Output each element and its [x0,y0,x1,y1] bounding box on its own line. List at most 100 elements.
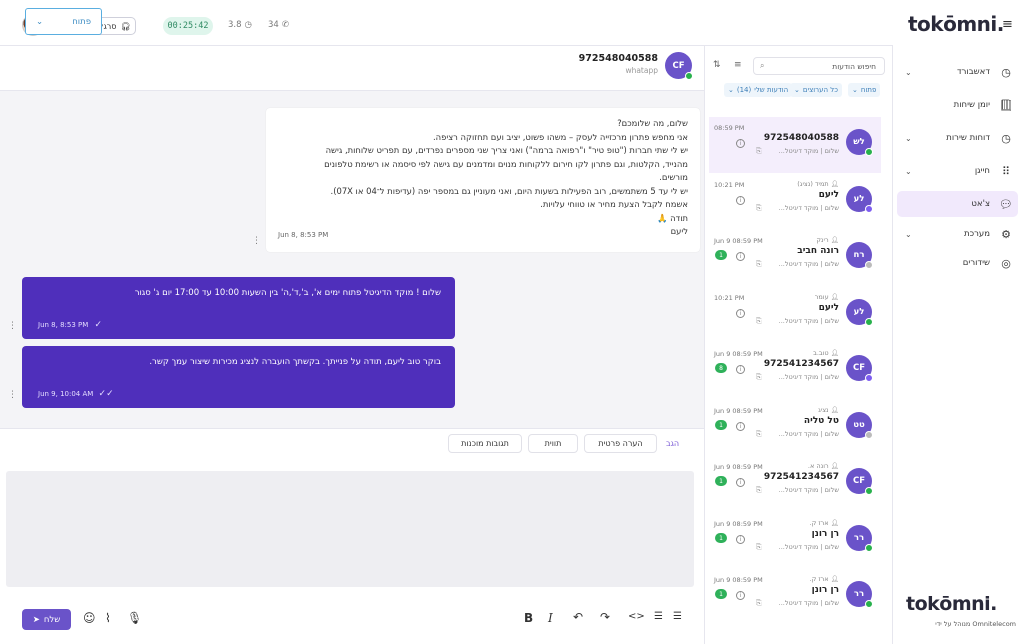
numbered-list-icon[interactable]: ☰ [654,611,663,622]
search-input[interactable]: חיפוש הודעות ⌕ [753,57,885,75]
channel-filter[interactable]: ⌄ כל הערוצים [790,83,842,97]
status-filter[interactable]: ⌄ פתוח [848,83,881,97]
contact-initials: CF [672,60,685,71]
sort-icon[interactable]: ⇅ [713,60,721,70]
message-menu-icon[interactable]: ⋮ [8,322,17,331]
message-input[interactable] [6,471,694,587]
sidebar-item[interactable]: יומן שיחות 📕︎ [897,92,1018,118]
phone-icon: ✆ [281,20,289,30]
info-icon[interactable]: i [736,422,745,431]
microphone-icon[interactable]: 🎙︎ [127,611,142,625]
tab-tags[interactable]: תווית [528,434,578,453]
outgoing-text: שלום ! מוקד הדיגיטל פתוח ימים א', ב',ד',… [134,288,441,298]
footer-subtitle: Omnitelecom מנוהל על ידי [935,620,1016,628]
send-label: שלח [43,614,61,625]
conversation-item[interactable]: Jun 9 08:59 PM 👤︎ ארז ק. רן רונן שלום | מוק… [709,513,881,569]
sidebar-item-label: דאשבורד [956,67,990,77]
avatar-initials: רר [853,589,865,599]
sidebar-item[interactable]: ⌄ דוחות שירות ◷ [897,125,1018,151]
phone-book-icon: 📕︎ [999,98,1013,112]
undo-icon[interactable]: ↶ [573,610,583,624]
conversation-item[interactable]: Jun 9 08:59 PM 👤︎ רונה א. 972541234567 שלום… [709,456,881,512]
attachment-icon[interactable]: ⌇ [105,611,111,625]
conversation-preview: שלום | מוקד דיגיטל... [778,260,839,268]
info-icon[interactable]: i [736,591,745,600]
hamburger-menu-icon[interactable]: ≡ [1002,17,1013,32]
conversation-item[interactable]: 10:21 PM 👤︎ עומר ליעם שלום | מוקד דיגיטל...… [709,287,881,343]
info-icon[interactable]: i [736,196,745,205]
conversation-item[interactable]: Jun 9 08:59 PM 👤︎ טוב.ב 972541234567 שלום |… [709,343,881,399]
info-icon[interactable]: i [736,309,745,318]
conversation-name: ליעם [818,190,839,200]
mine-filter[interactable]: ⌄ (14) הודעות שלי [724,83,793,97]
message-menu-icon[interactable]: ⋮ [8,391,17,400]
conversation-avatar: CF [846,468,873,495]
chevron-down-icon: ⌄ [728,86,734,94]
brand-logo: tokōmni. [908,12,1004,36]
italic-icon[interactable]: I [548,611,553,625]
channel-filter-label: כל הערוצים [802,86,838,94]
sidebar-item[interactable]: שידורים ◎ [897,250,1018,276]
sidebar-item[interactable]: ⌄ חייגן ⠿ [897,158,1018,184]
conversation-item[interactable]: 10:21 PM 👤︎ תמיד (נציג) ליעם שלום | מוקד די… [709,174,881,230]
conversation-item[interactable]: Jun 9 08:59 PM 👤︎ נציג טל טליה שלום | מוקד … [709,400,881,456]
conversation-status-dropdown[interactable]: ⌄ פתוח [25,8,102,35]
status-label: פתוח [72,16,91,27]
bold-icon[interactable]: B [524,611,533,625]
send-button[interactable]: ➤ שלח [22,609,71,630]
emoji-icon[interactable]: ☺ [83,611,96,625]
conversation-preview: שלום | מוקד דיגיטל... [778,317,839,325]
info-icon[interactable]: i [736,139,745,148]
filter-icon[interactable]: ≡ [734,60,742,70]
message-menu-icon[interactable]: ⋮ [252,237,261,246]
assigned-agent: 👤︎ רינק [816,236,839,244]
dialpad-icon: ⠿ [1001,164,1011,178]
conversation-item[interactable]: Jun 9 08:59 PM 👤︎ רינק רונה חביב שלום | מוק… [709,230,881,286]
outgoing-timestamp: Jun 9, 10:04 AM ✓✓ [38,389,114,399]
chevron-down-icon: ⌄ [36,16,44,27]
incoming-message: שלום, מה שלומכם? אני מחפש פתרון מרכזייה … [266,108,700,252]
conversation-time: 10:21 PM [714,181,745,189]
info-icon[interactable]: i [736,478,745,487]
info-icon[interactable]: i [736,535,745,544]
footer-logo: tokōmni. [906,593,997,615]
conversation-item[interactable]: 08:59 PM 972548040588 שלום | מוקד דיגיטל..… [709,117,881,173]
search-icon: ⌕ [760,61,765,70]
incoming-line: אני מחפש פתרון מרכזייה לעסק – משהו פשוט,… [432,131,688,142]
tab-canned-responses[interactable]: תגובות מוכנות [448,434,522,453]
conversation-time: Jun 9 08:59 PM [714,576,763,584]
clock-icon: ◷ [244,20,252,30]
conversation-avatar: לע [846,186,873,213]
whatsapp-icon [865,487,873,495]
conversation-preview: שלום | מוקד דיגיטל... [778,430,839,438]
tab-reply[interactable]: הגב [666,439,679,448]
incoming-line: שלום, מה שלומכם? [617,118,688,128]
agent-name: רינק [816,236,829,244]
sidebar-item[interactable]: צ'אט 💬︎ [897,191,1018,217]
agent-name: נציג [818,406,829,414]
conversation-name: 972541234567 [763,472,839,482]
code-icon[interactable]: <> [628,611,645,622]
user-icon: 👤︎ [830,180,839,188]
conversation-time: Jun 9 08:59 PM [714,520,763,528]
bullet-list-icon[interactable]: ☰ [673,611,682,622]
conversation-name: רונה חביב [797,246,839,256]
sidebar-item[interactable]: ⌄ מערכת ⚙ [897,221,1018,247]
conversation-preview: שלום | מוקד דיגיטל... [778,543,839,551]
conversation-time: Jun 9 08:59 PM [714,463,763,471]
info-icon[interactable]: i [736,252,745,261]
user-icon: 👤︎ [830,293,839,301]
info-icon[interactable]: i [736,365,745,374]
status-filter-label: פתוח [860,86,877,94]
conversation-preview: שלום | מוקד דיגיטל... [778,147,839,155]
agent-name: ארז ק. [809,519,829,527]
tag-icon: ⎘ [756,430,762,438]
outgoing-timestamp: Jun 8, 8:53 PM ✓ [38,320,102,330]
avg-time-value: 3.8 [228,20,242,30]
agent-name: טוב.ב [813,349,829,357]
redo-icon[interactable]: ↷ [600,610,610,624]
conversation-item[interactable]: Jun 9 08:59 PM 👤︎ ארז ק. רן רונן שלום | מוק… [709,569,881,625]
timestamp-text: Jun 8, 8:53 PM [38,321,89,329]
sidebar-item[interactable]: ⌄ דאשבורד ◷ [897,59,1018,85]
tab-private-note[interactable]: הערה פרטית [584,434,657,453]
